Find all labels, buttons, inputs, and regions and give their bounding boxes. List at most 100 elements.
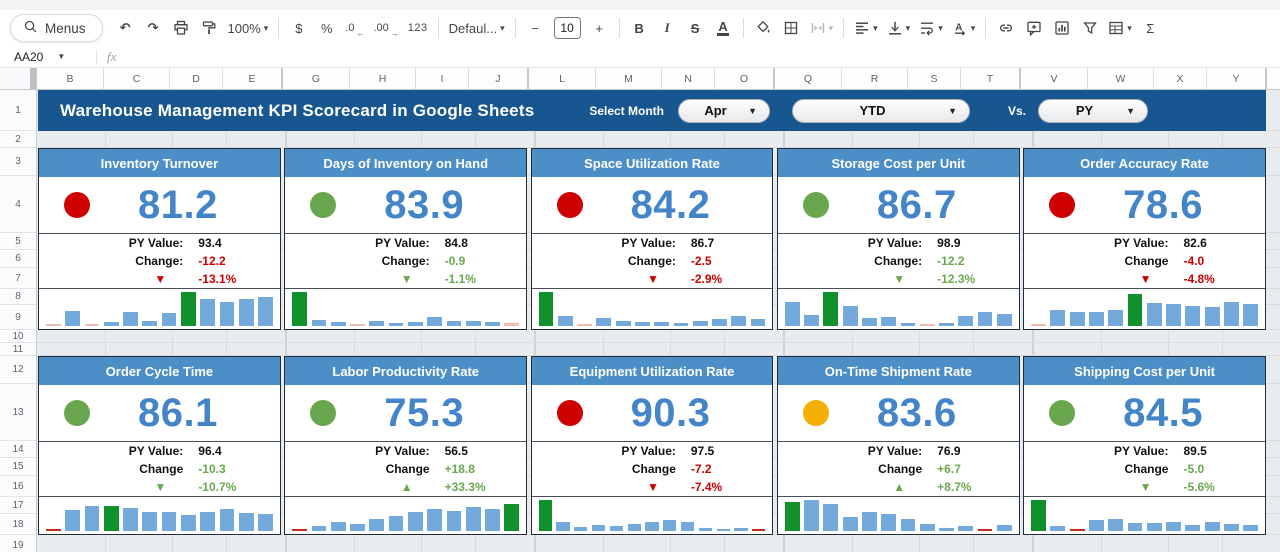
column-header-O[interactable]: O <box>715 68 773 89</box>
more-formats-button[interactable]: 123 <box>404 15 432 41</box>
fill-color-button[interactable] <box>750 15 777 41</box>
kpi-card[interactable]: Inventory Turnover 81.2 PY Value: 93.4 Chang… <box>38 148 281 330</box>
column-header-Y[interactable]: Y <box>1207 68 1265 89</box>
column-header-I[interactable]: I <box>416 68 469 89</box>
print-button[interactable] <box>168 15 195 41</box>
table-views-button[interactable]: ▾ <box>1104 15 1136 41</box>
functions-button[interactable]: Σ <box>1137 15 1164 41</box>
row-header-16[interactable]: 16 <box>0 476 36 497</box>
decrease-decimal-button[interactable]: .0 ← <box>341 15 368 41</box>
horizontal-align-button[interactable]: ▾ <box>850 15 882 41</box>
period-dropdown[interactable]: YTD ▼ <box>791 98 970 123</box>
borders-button[interactable] <box>778 15 805 41</box>
column-header-Q[interactable]: Q <box>775 68 842 89</box>
row-header-3[interactable]: 3 <box>0 148 36 176</box>
column-header-E[interactable]: E <box>223 68 281 89</box>
row-header-17[interactable]: 17 <box>0 497 36 514</box>
zoom-select[interactable]: 100% ▾ <box>224 15 273 41</box>
kpi-card[interactable]: Shipping Cost per Unit 84.5 PY Value: 89.5 C… <box>1023 356 1266 535</box>
column-header-J[interactable]: J <box>469 68 527 89</box>
insert-comment-button[interactable] <box>1020 15 1047 41</box>
kpi-card[interactable]: Labor Productivity Rate 75.3 PY Value: 56.5… <box>284 356 528 535</box>
column-header-C[interactable]: C <box>104 68 170 89</box>
column-header-G[interactable]: G <box>283 68 350 89</box>
row-header-13[interactable]: 13 <box>0 384 36 441</box>
menus-button[interactable]: Menus <box>10 14 103 42</box>
formula-input[interactable]: fx <box>107 49 1280 65</box>
column-header-V[interactable]: V <box>1021 68 1088 89</box>
column-header-H[interactable]: H <box>350 68 416 89</box>
column-header-X[interactable]: X <box>1154 68 1207 89</box>
format-currency-button[interactable]: $ <box>285 15 312 41</box>
row-header-7[interactable]: 7 <box>0 268 36 289</box>
decrease-font-size-button[interactable]: − <box>522 15 549 41</box>
insert-link-button[interactable] <box>992 15 1019 41</box>
spark-bar <box>123 312 138 326</box>
spark-bar <box>1224 523 1239 531</box>
text-color-button[interactable]: A <box>710 15 737 41</box>
column-header-D[interactable]: D <box>170 68 223 89</box>
spark-bar <box>842 306 858 326</box>
increase-font-size-button[interactable]: + <box>586 15 613 41</box>
column-header-S[interactable]: S <box>908 68 961 89</box>
column-header-W[interactable]: W <box>1088 68 1154 89</box>
row-header-1[interactable]: 1 <box>0 90 36 131</box>
column-header-T[interactable]: T <box>961 68 1019 89</box>
name-box[interactable]: AA20 ▼ <box>0 50 78 64</box>
spark-bar <box>734 527 748 531</box>
column-header-L[interactable]: L <box>529 68 596 89</box>
column-header-R[interactable]: R <box>842 68 908 89</box>
compare-dropdown[interactable]: PY ▼ <box>1038 98 1148 123</box>
row-header-14[interactable]: 14 <box>0 441 36 458</box>
month-dropdown[interactable]: Apr ▼ <box>677 98 770 123</box>
redo-button[interactable]: ↷ <box>140 15 167 41</box>
row-header-18[interactable]: 18 <box>0 514 36 535</box>
row-header-2[interactable]: 2 <box>0 131 36 148</box>
column-header-N[interactable]: N <box>662 68 715 89</box>
font-size-input[interactable]: 10 <box>550 15 585 41</box>
corner-nub <box>30 68 36 89</box>
py-value: 97.5 <box>690 443 715 458</box>
kpi-card[interactable]: Space Utilization Rate 84.2 PY Value: 86.7 C… <box>530 148 774 330</box>
undo-button[interactable]: ↶ <box>112 15 139 41</box>
row-header-8[interactable]: 8 <box>0 289 36 305</box>
format-percent-button[interactable]: % <box>313 15 340 41</box>
kpi-card[interactable]: Storage Cost per Unit 86.7 PY Value: 98.9 Ch… <box>776 148 1020 330</box>
row-header-19[interactable]: 19 <box>0 535 36 552</box>
insert-chart-button[interactable] <box>1048 15 1075 41</box>
increase-decimal-button[interactable]: .00 → <box>370 15 403 41</box>
kpi-card[interactable]: Days of Inventory on Hand 83.9 PY Value: 84… <box>284 148 528 330</box>
row-header-11[interactable]: 11 <box>0 343 36 356</box>
row-header-12[interactable]: 12 <box>0 356 36 384</box>
chevron-down-icon: ▼ <box>748 105 757 116</box>
row-header-5[interactable]: 5 <box>0 233 36 250</box>
text-rotation-button[interactable]: A ▾ <box>948 15 980 41</box>
gridline-horizontal <box>38 342 1280 343</box>
row-header-6[interactable]: 6 <box>0 250 36 268</box>
row-header-15[interactable]: 15 <box>0 458 36 476</box>
kpi-card[interactable]: Order Accuracy Rate 78.6 PY Value: 82.6 Chan… <box>1023 148 1266 330</box>
trend-down-icon: ▼ <box>400 271 413 286</box>
trend-percent: -10.7% <box>198 479 237 494</box>
paint-format-button[interactable] <box>196 15 223 41</box>
chevron-down-icon: ▾ <box>500 22 505 33</box>
column-header-B[interactable]: B <box>37 68 104 89</box>
kpi-title: Storage Cost per Unit <box>831 155 966 171</box>
bold-button[interactable]: B <box>626 15 653 41</box>
text-wrap-button[interactable]: ▾ <box>915 15 947 41</box>
italic-button[interactable]: I <box>654 15 681 41</box>
row-header-9[interactable]: 9 <box>0 305 36 330</box>
row-header-10[interactable]: 10 <box>0 330 36 343</box>
vertical-align-button[interactable]: ▾ <box>883 15 915 41</box>
kpi-card[interactable]: Equipment Utilization Rate 90.3 PY Value: 9… <box>530 356 774 535</box>
font-select[interactable]: Defaul... ▾ <box>445 15 509 41</box>
select-all-corner[interactable] <box>0 68 37 89</box>
column-header-M[interactable]: M <box>596 68 662 89</box>
row-header-4[interactable]: 4 <box>0 176 36 233</box>
strikethrough-button[interactable]: S <box>682 15 709 41</box>
kpi-card[interactable]: On-Time Shipment Rate 83.6 PY Value: 76.9 Ch… <box>776 356 1020 535</box>
kpi-comparison-block: PY Value: 56.5 Change +18.8 ▲ +33.3% <box>285 441 527 497</box>
create-filter-button[interactable] <box>1076 15 1103 41</box>
merge-cells-button[interactable]: ▾ <box>806 15 838 41</box>
kpi-card[interactable]: Order Cycle Time 86.1 PY Value: 96.4 Change -… <box>38 356 281 535</box>
